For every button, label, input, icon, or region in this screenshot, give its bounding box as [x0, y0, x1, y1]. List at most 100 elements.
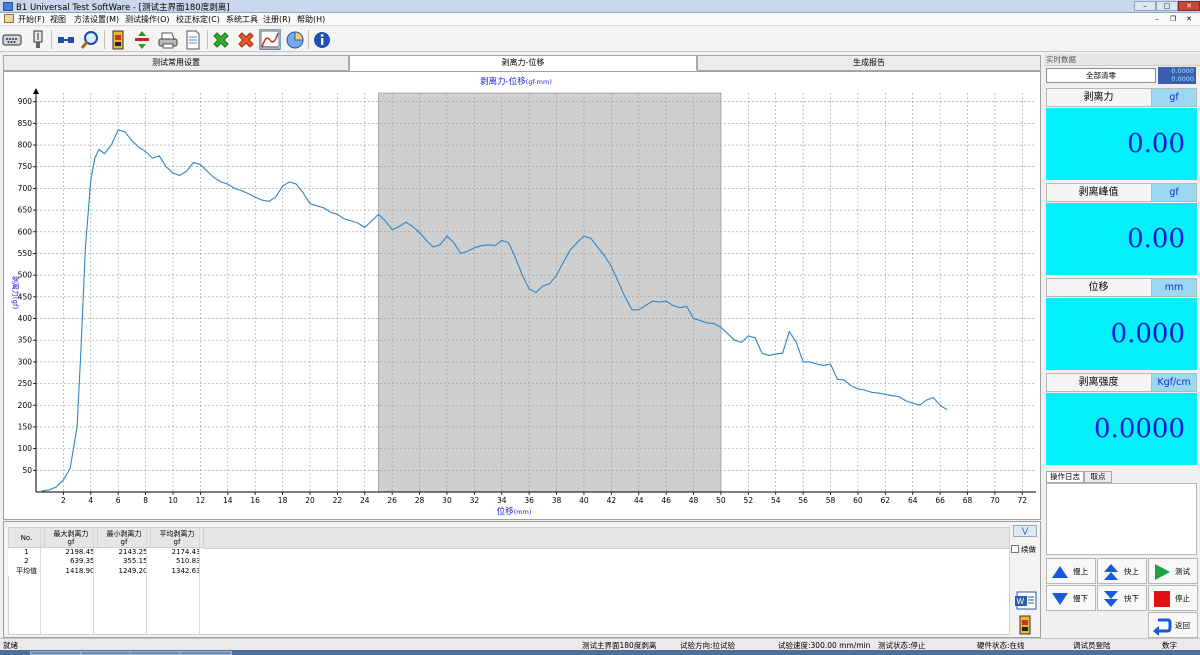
search-icon[interactable]: [79, 29, 101, 50]
toolbar-separator: [207, 30, 208, 49]
green-cross-icon[interactable]: [210, 29, 232, 50]
tab-generate-report[interactable]: 生成报告: [697, 55, 1041, 71]
return-button[interactable]: 返回: [1148, 612, 1198, 638]
tab-common-settings[interactable]: 测试常用设置: [3, 55, 349, 71]
info-icon[interactable]: [311, 29, 333, 50]
sensor-icon[interactable]: [27, 29, 49, 50]
x-tick-label: 34: [497, 496, 507, 505]
table-header-filler: [202, 527, 1010, 549]
maximize-button[interactable]: □: [1156, 1, 1178, 11]
expand-chevron-icon[interactable]: ⋁: [1013, 525, 1037, 537]
minimize-button[interactable]: –: [1134, 1, 1156, 11]
clear-all-button[interactable]: 全部清零: [1046, 68, 1156, 83]
col-no-label: No.: [20, 533, 33, 542]
taskbar-item[interactable]: [80, 651, 132, 655]
cell-min: 355.15: [123, 557, 148, 565]
menu-register[interactable]: 注册(R): [263, 14, 291, 25]
col-avg-force: 平均剥离力 gf: [150, 527, 204, 548]
y-tick-label: 200: [18, 401, 33, 410]
col-avg-label: 平均剥离力: [159, 529, 195, 538]
fast-up-button[interactable]: 快上: [1097, 558, 1147, 584]
col-max-force: 最大剥离力 gf: [44, 527, 98, 548]
toolbar: [0, 27, 1200, 52]
red-cross-icon[interactable]: [235, 29, 257, 50]
menu-start[interactable]: 开始(F): [18, 14, 45, 25]
x-tick-label: 46: [661, 496, 671, 505]
menu-app-icon[interactable]: [4, 14, 16, 24]
mdi-minimize-button[interactable]: –: [1150, 14, 1164, 24]
double-arrow-down-icon: [1104, 591, 1118, 607]
tab-force-displacement[interactable]: 剥离力-位移: [349, 55, 697, 71]
table-row[interactable]: 1 2198.45 2143.25 2174.43: [9, 548, 204, 557]
slow-down-button[interactable]: 慢下: [1046, 585, 1096, 611]
x-tick-label: 66: [935, 496, 945, 505]
document-icon[interactable]: [182, 29, 204, 50]
load-cell-small-icon[interactable]: [1017, 615, 1033, 635]
continue-checkbox[interactable]: 续做: [1011, 544, 1041, 554]
y-tick-label: 750: [18, 162, 33, 171]
selected-region: [378, 92, 722, 493]
x-tick-label: 70: [990, 496, 1000, 505]
meter-unit[interactable]: mm: [1151, 279, 1196, 296]
continue-label: 续做: [1021, 545, 1036, 554]
meter-unit[interactable]: Kgf/cm: [1151, 374, 1196, 391]
status-bar: 就绪 测试主界面180度剥离 试验方向:拉试验 试验速度:300.00 mm/m…: [0, 638, 1200, 650]
tab-pick-point[interactable]: 取点: [1084, 471, 1112, 483]
x-tick-label: 10: [168, 496, 178, 505]
table-row[interactable]: 2 639.35 355.15 510.83: [9, 557, 204, 566]
small-readout-1: 0.0000: [1171, 67, 1194, 75]
menu-system-tools[interactable]: 系统工具: [226, 14, 258, 25]
taskbar-item[interactable]: [30, 651, 82, 655]
pie-chart-icon[interactable]: [284, 29, 306, 50]
taskbar-item[interactable]: [130, 651, 182, 655]
toolbar-separator: [308, 30, 309, 49]
taskbar-item[interactable]: [180, 651, 232, 655]
x-axis-unit: (mm): [514, 508, 532, 516]
meter-unit[interactable]: gf: [1151, 184, 1196, 201]
svg-text:W: W: [1017, 597, 1025, 606]
menu-test-operation[interactable]: 测试操作(O): [125, 14, 170, 25]
menu-view[interactable]: 视图: [50, 14, 66, 25]
log-area[interactable]: [1046, 483, 1197, 555]
slow-up-button[interactable]: 慢上: [1046, 558, 1096, 584]
menu-method-settings[interactable]: 方法设置(M): [74, 14, 119, 25]
col-avg-unit: gf: [173, 537, 181, 546]
fast-down-label: 快下: [1124, 594, 1139, 603]
meter-unit[interactable]: gf: [1151, 89, 1196, 106]
menu-calibration[interactable]: 校正标定(C): [176, 14, 220, 25]
y-tick-label: 100: [18, 444, 33, 453]
connect-icon[interactable]: [55, 29, 77, 50]
col-min-label: 最小剥离力: [106, 529, 142, 538]
table-row[interactable]: 平均值 1418.90 1249.20 1342.63: [9, 566, 204, 576]
mdi-close-button[interactable]: ✕: [1182, 14, 1196, 24]
x-tick-label: 22: [333, 496, 343, 505]
meter-header: 剥离峰值 gf: [1046, 183, 1197, 202]
col-max-label: 最大剥离力: [53, 529, 89, 538]
fast-down-button[interactable]: 快下: [1097, 585, 1147, 611]
menu-help[interactable]: 帮助(H): [297, 14, 325, 25]
cell-min: 1249.20: [118, 566, 148, 575]
table-header-row: No. 最大剥离力 gf 最小剥离力 gf 平均剥离力 gf: [8, 527, 204, 548]
x-tick-label: 68: [963, 496, 973, 505]
stop-button[interactable]: 停止: [1148, 585, 1198, 611]
checkbox-box[interactable]: [1011, 545, 1019, 553]
x-tick-label: 16: [250, 496, 260, 505]
test-button[interactable]: 测试: [1148, 558, 1198, 584]
toolbar-separator: [104, 30, 105, 49]
x-tick-label: 2: [61, 496, 66, 505]
x-tick-label: 58: [826, 496, 836, 505]
x-tick-label: 64: [908, 496, 918, 505]
x-tick-label: 14: [223, 496, 233, 505]
mdi-restore-button[interactable]: ❐: [1166, 14, 1180, 24]
printer-icon[interactable]: [157, 29, 179, 50]
x-axis-label: 位移(mm): [497, 506, 532, 517]
x-tick-label: 20: [305, 496, 315, 505]
col-min-force: 最小剥离力 gf: [97, 527, 151, 548]
word-export-icon[interactable]: W: [1014, 591, 1038, 611]
serial-port-icon[interactable]: [1, 29, 23, 50]
limit-icon[interactable]: [131, 29, 153, 50]
tab-operation-log[interactable]: 操作日志: [1046, 471, 1084, 483]
close-button[interactable]: ✕: [1178, 1, 1200, 11]
load-cell-icon[interactable]: [107, 29, 129, 50]
curve-icon[interactable]: [259, 29, 281, 50]
